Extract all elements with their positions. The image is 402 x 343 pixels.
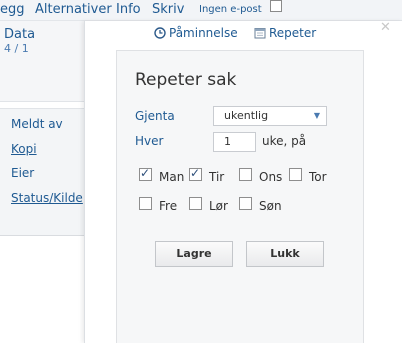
day-label-tir: Tir xyxy=(209,170,225,184)
link-meldt-av[interactable]: Meldt av xyxy=(11,117,63,131)
clock-icon xyxy=(154,27,166,42)
day-checkbox-tor[interactable] xyxy=(289,168,302,181)
calendar-icon xyxy=(254,27,266,42)
data-subtitle: 4 / 1 xyxy=(4,42,29,55)
link-eier[interactable]: Eier xyxy=(11,166,34,180)
menu-item-info[interactable]: Info xyxy=(116,2,141,17)
menu-item-no-email[interactable]: Ingen e-post xyxy=(199,4,262,15)
no-email-checkbox[interactable] xyxy=(270,0,282,12)
top-menu-bar: egg Alternativer Info Skriv Ingen e-post xyxy=(0,0,402,21)
menu-item-egg[interactable]: egg xyxy=(0,2,25,17)
day-checkbox-fre[interactable] xyxy=(139,197,152,210)
close-icon[interactable]: ✕ xyxy=(380,20,391,35)
left-link-list: Meldt av Kopi Eier Status/Kilde xyxy=(0,108,84,236)
close-button[interactable]: Lukk xyxy=(246,241,324,267)
day-label-lor: Lør xyxy=(209,199,228,213)
day-checkbox-ons[interactable] xyxy=(239,168,252,181)
interval-unit-label: uke, på xyxy=(262,134,307,148)
data-title: Data xyxy=(4,27,36,42)
checkmark-icon: ✓ xyxy=(190,166,201,180)
dialog-heading: Repeter sak xyxy=(135,70,237,90)
link-kopi[interactable]: Kopi xyxy=(11,142,37,156)
tab-reminder[interactable]: Påminnelse xyxy=(154,26,238,42)
every-label: Hver xyxy=(135,134,164,148)
tab-repeat[interactable]: Repeter xyxy=(254,26,316,42)
link-status-kilde[interactable]: Status/Kilde xyxy=(11,191,83,205)
day-checkbox-man[interactable]: ✓ xyxy=(139,166,152,181)
checkmark-icon: ✓ xyxy=(140,166,151,180)
repeat-frequency-value: ukentlig xyxy=(224,109,269,122)
chevron-down-icon: ▼ xyxy=(313,111,320,120)
day-label-man: Man xyxy=(159,170,185,184)
tab-repeat-label: Repeter xyxy=(269,26,317,40)
day-checkbox-tir[interactable]: ✓ xyxy=(189,166,202,181)
day-label-tor: Tor xyxy=(309,170,327,184)
repeat-frequency-select[interactable]: ukentlig ▼ xyxy=(213,106,327,126)
day-label-fre: Fre xyxy=(159,199,178,213)
menu-item-skriv[interactable]: Skriv xyxy=(152,2,184,17)
menu-item-alternativer[interactable]: Alternativer xyxy=(35,2,112,17)
day-label-son: Søn xyxy=(259,199,282,213)
save-button[interactable]: Lagre xyxy=(155,241,233,267)
day-checkbox-son[interactable] xyxy=(239,197,252,210)
every-interval-input[interactable]: 1 xyxy=(213,132,256,152)
day-checkbox-lor[interactable] xyxy=(189,197,202,210)
tab-reminder-label: Påminnelse xyxy=(169,26,238,40)
repeat-label: Gjenta xyxy=(135,109,175,123)
day-label-ons: Ons xyxy=(259,170,283,184)
